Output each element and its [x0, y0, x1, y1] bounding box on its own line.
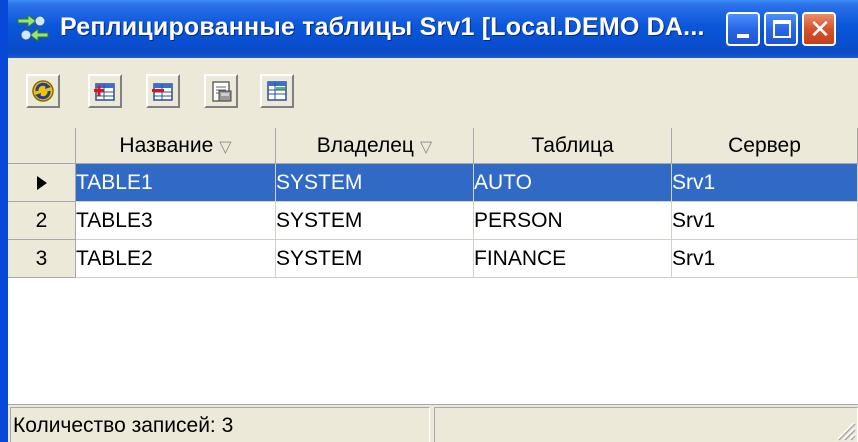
column-header-label: Таблица — [531, 134, 614, 157]
close-icon: ✕ — [809, 14, 831, 44]
maximize-icon — [773, 20, 791, 38]
remove-table-icon — [152, 83, 173, 101]
column-header-owner[interactable]: Владелец ▽ — [276, 128, 474, 164]
column-header-label: Название — [119, 134, 214, 157]
replicated-tables-window: Реплицированные таблицы Srv1 [Local.DEMO… — [0, 0, 858, 442]
minimize-icon — [737, 34, 749, 38]
close-button[interactable]: ✕ — [802, 12, 836, 46]
table-view-icon — [267, 81, 287, 101]
row-number[interactable]: 3 — [8, 240, 76, 278]
maximize-button[interactable] — [764, 12, 798, 46]
sort-indicator-icon: ▽ — [419, 139, 433, 156]
add-table-button[interactable] — [88, 74, 122, 108]
table-row[interactable]: 3 TABLE2 SYSTEM FINANCE Srv1 — [8, 240, 858, 278]
table-view-button[interactable] — [260, 74, 294, 108]
resize-grip-icon[interactable] — [834, 419, 856, 441]
column-header-table[interactable]: Таблица — [474, 128, 672, 164]
cell-server[interactable]: Srv1 — [672, 164, 858, 202]
cell-owner[interactable]: SYSTEM — [276, 240, 474, 278]
cell-table[interactable]: AUTO — [474, 164, 672, 202]
record-count-panel: Количество записей: 3 — [10, 407, 430, 442]
column-header-label: Сервер — [728, 134, 801, 157]
status-panel-secondary — [434, 407, 858, 442]
row-number-header[interactable] — [8, 128, 76, 164]
remove-table-button[interactable] — [146, 74, 180, 108]
cell-owner[interactable]: SYSTEM — [276, 202, 474, 240]
cell-name[interactable]: TABLE3 — [76, 202, 276, 240]
status-bar: Количество записей: 3 — [8, 404, 858, 442]
window-title: Реплицированные таблицы Srv1 [Local.DEMO… — [60, 13, 705, 41]
sort-indicator-icon: ▽ — [219, 139, 232, 156]
cell-server[interactable]: Srv1 — [672, 202, 858, 240]
minimize-button[interactable] — [726, 12, 760, 46]
properties-button[interactable] — [204, 74, 238, 108]
cell-name[interactable]: TABLE2 — [76, 240, 276, 278]
replication-icon — [17, 14, 49, 42]
title-bar[interactable]: Реплицированные таблицы Srv1 [Local.DEMO… — [8, 0, 858, 58]
refresh-icon — [32, 80, 54, 102]
properties-icon — [212, 81, 232, 102]
cell-owner[interactable]: SYSTEM — [276, 164, 474, 202]
row-indicator[interactable] — [8, 164, 76, 202]
column-header-label: Владелец — [316, 134, 414, 157]
table-row[interactable]: 2 TABLE3 SYSTEM PERSON Srv1 — [8, 202, 858, 240]
column-header-server[interactable]: Сервер — [672, 128, 858, 164]
refresh-button[interactable] — [26, 74, 60, 108]
row-number[interactable]: 2 — [8, 202, 76, 240]
table-row[interactable]: TABLE1 SYSTEM AUTO Srv1 — [8, 164, 858, 202]
cell-table[interactable]: FINANCE — [474, 240, 672, 278]
current-row-arrow-icon — [36, 176, 47, 191]
cell-table[interactable]: PERSON — [474, 202, 672, 240]
cell-server[interactable]: Srv1 — [672, 240, 858, 278]
replicated-tables-grid[interactable]: Название ▽ Владелец ▽ Таблица Сервер TABLE… — [8, 128, 858, 404]
column-header-name[interactable]: Название ▽ — [76, 128, 276, 164]
cell-name[interactable]: TABLE1 — [76, 164, 276, 202]
toolbar — [8, 58, 858, 128]
add-table-icon — [94, 83, 115, 101]
